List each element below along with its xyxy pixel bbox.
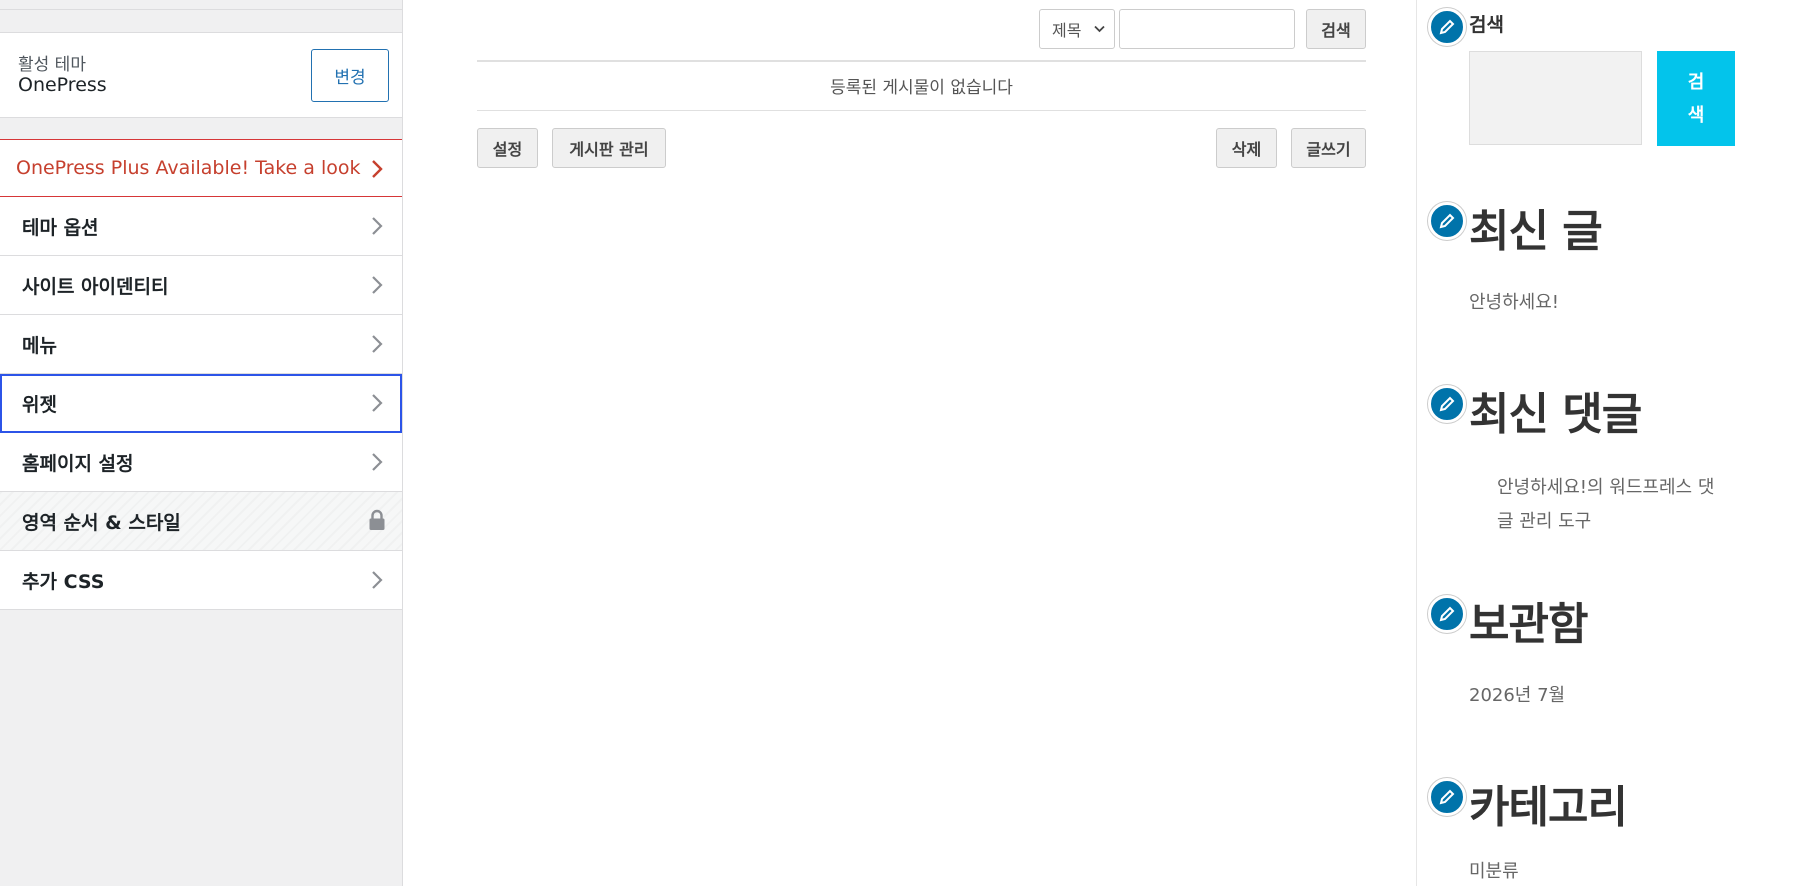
active-theme-panel: 활성 테마 OnePress 변경 [0, 32, 402, 118]
active-theme-name: OnePress [18, 74, 107, 96]
board-search-input[interactable] [1119, 9, 1295, 49]
sidebar-item-additional-css[interactable]: 추가 CSS [0, 551, 402, 610]
pencil-icon [1439, 396, 1455, 412]
divider [477, 110, 1366, 111]
sidebar-item-widgets[interactable]: 위젯 [0, 374, 402, 433]
sidebar-top-strip [0, 0, 402, 10]
edit-widget-recent-comments-button[interactable] [1428, 385, 1466, 423]
sidebar-item-site-identity[interactable]: 사이트 아이덴티티 [0, 256, 402, 315]
promo-item-label: OnePress Plus Available! Take a look [16, 157, 361, 179]
widget-search-button-line1: 검 [1687, 71, 1705, 93]
sidebar-item-label: 메뉴 [22, 334, 57, 357]
customizer-menu: OnePress Plus Available! Take a look 테마 … [0, 139, 402, 610]
widget-search-button-line2: 색 [1687, 104, 1705, 126]
edit-widget-search-button[interactable] [1428, 8, 1466, 46]
chevron-right-icon [372, 571, 383, 589]
recent-post-link[interactable]: 안녕하세요! [1469, 286, 1559, 320]
search-field-select[interactable]: 제목 [1039, 9, 1115, 49]
chevron-right-icon [372, 335, 383, 353]
chevron-right-icon [372, 276, 383, 294]
chevron-right-icon [372, 453, 383, 471]
board-settings-button[interactable]: 설정 [477, 128, 538, 168]
sidebar-item-theme-options[interactable]: 테마 옵션 [0, 197, 402, 256]
chevron-down-icon [1094, 25, 1105, 33]
sidebar-item-label: 테마 옵션 [22, 216, 99, 239]
edit-widget-archives-button[interactable] [1428, 595, 1466, 633]
sidebar-item-label: 홈페이지 설정 [22, 452, 134, 475]
recent-comment-line1[interactable]: 안녕하세요!의 워드프레스 댓 [1497, 471, 1714, 505]
pencil-icon [1439, 789, 1455, 805]
change-theme-button[interactable]: 변경 [311, 49, 389, 102]
chevron-right-icon [372, 394, 383, 412]
pencil-icon [1439, 213, 1455, 229]
recent-posts-title: 최신 글 [1469, 206, 1603, 257]
category-link[interactable]: 미분류 [1469, 855, 1519, 886]
archives-title: 보관함 [1469, 599, 1588, 650]
chevron-right-icon [372, 160, 383, 178]
sidebar-item-section-order-style[interactable]: 영역 순서 & 스타일 [0, 492, 402, 551]
sidebar-item-label: 사이트 아이덴티티 [22, 275, 169, 298]
edit-widget-recent-posts-button[interactable] [1428, 202, 1466, 240]
edit-widget-categories-button[interactable] [1428, 778, 1466, 816]
widget-search-button[interactable]: 검 색 [1657, 51, 1735, 146]
archive-link[interactable]: 2026년 7월 [1469, 679, 1565, 713]
customizer-sidebar: 활성 테마 OnePress 변경 OnePress Plus Availabl… [0, 0, 403, 886]
board-delete-button[interactable]: 삭제 [1216, 128, 1277, 168]
pencil-icon [1439, 606, 1455, 622]
recent-comments-title: 최신 댓글 [1469, 389, 1642, 440]
widget-search-input[interactable] [1469, 51, 1642, 145]
board-manage-button[interactable]: 게시판 관리 [552, 128, 666, 168]
sidebar-item-menus[interactable]: 메뉴 [0, 315, 402, 374]
active-theme-label: 활성 테마 [18, 55, 86, 75]
promo-item-onepress-plus[interactable]: OnePress Plus Available! Take a look [0, 139, 402, 197]
sidebar-item-label: 추가 CSS [22, 570, 105, 593]
categories-title: 카테고리 [1469, 782, 1628, 833]
search-widget-title: 검색 [1469, 14, 1504, 36]
chevron-right-icon [372, 217, 383, 235]
sidebar-item-homepage-settings[interactable]: 홈페이지 설정 [0, 433, 402, 492]
divider [477, 60, 1366, 62]
board-search-button[interactable]: 검색 [1306, 9, 1366, 49]
pencil-icon [1439, 19, 1455, 35]
widget-sidebar: 검색 검 색 최신 글 안녕하세요! 최신 댓글 안녕하세요!의 워드프레스 댓… [1416, 0, 1800, 886]
lock-icon [369, 509, 385, 530]
search-field-select-value: 제목 [1052, 21, 1082, 40]
sidebar-item-label: 영역 순서 & 스타일 [22, 511, 181, 534]
site-preview-board: 제목 검색 등록된 게시물이 없습니다 설정 게시판 관리 삭제 글쓰기 [404, 0, 1416, 886]
sidebar-item-label: 위젯 [22, 393, 57, 416]
recent-comment-line2[interactable]: 글 관리 도구 [1497, 505, 1591, 539]
board-write-button[interactable]: 글쓰기 [1291, 128, 1366, 168]
empty-board-message: 등록된 게시물이 없습니다 [830, 78, 1013, 98]
